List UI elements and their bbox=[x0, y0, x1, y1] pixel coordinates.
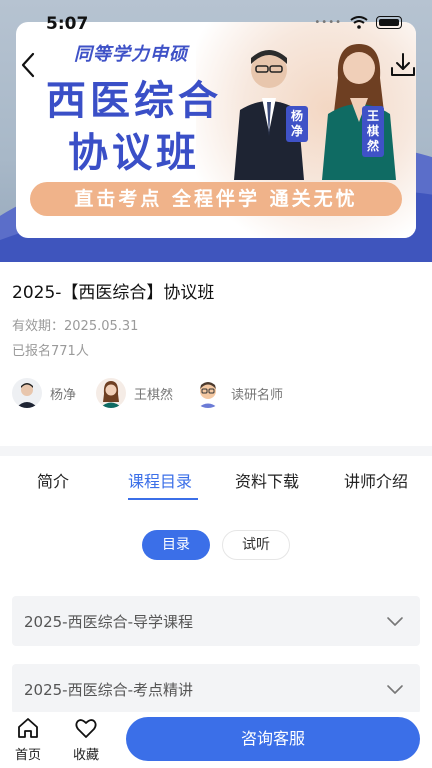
favorite-label: 收藏 bbox=[72, 748, 99, 763]
active-tab-indicator bbox=[128, 498, 198, 500]
chapter-row[interactable]: 2025-西医综合-考点精讲 bbox=[12, 664, 420, 714]
status-time: 5:07 bbox=[46, 14, 89, 34]
signal-icon: •••• bbox=[314, 17, 342, 28]
teacher-list: 杨净 王棋然 读研名师 bbox=[12, 378, 283, 408]
section-divider bbox=[0, 446, 432, 456]
home-button[interactable]: 首页 bbox=[6, 716, 50, 763]
teacher-tag-yang: 杨净 bbox=[286, 106, 308, 142]
chevron-down-icon bbox=[387, 685, 403, 694]
teacher-tag-wang: 王棋然 bbox=[362, 106, 384, 157]
course-validity: 有效期：2025.05.31 bbox=[12, 319, 139, 334]
teacher-item[interactable]: 杨净 bbox=[12, 378, 76, 408]
course-banner: 同等学力申硕 西医综合 协议班 杨净 王棋然 直击考点 全程伴学 通关无忧 5:… bbox=[0, 0, 432, 262]
teacher-item[interactable]: 王棋然 bbox=[96, 378, 173, 408]
banner-card: 同等学力申硕 西医综合 协议班 杨净 王棋然 直击考点 全程伴学 通关无忧 bbox=[16, 22, 416, 238]
banner-title-line1: 西医综合 bbox=[46, 78, 222, 124]
status-bar: 5:07 •••• bbox=[0, 0, 432, 48]
bottom-action-bar: 首页 收藏 咨询客服 bbox=[0, 712, 432, 768]
chapter-row[interactable]: 2025-西医综合-导学课程 bbox=[12, 596, 420, 646]
download-icon[interactable] bbox=[388, 50, 418, 80]
catalog-toggle-button[interactable]: 目录 bbox=[142, 530, 210, 560]
home-label: 首页 bbox=[14, 748, 41, 763]
tab-downloads[interactable]: 资料下载 bbox=[235, 468, 299, 492]
avatar bbox=[12, 378, 42, 408]
tab-intro[interactable]: 简介 bbox=[37, 468, 69, 492]
wifi-icon bbox=[350, 16, 368, 29]
trial-toggle-button[interactable]: 试听 bbox=[222, 530, 290, 560]
consult-service-button[interactable]: 咨询客服 bbox=[126, 717, 420, 761]
battery-icon bbox=[376, 16, 402, 29]
teacher-name: 王棋然 bbox=[134, 387, 174, 403]
avatar bbox=[193, 378, 224, 408]
banner-title-line2: 协议班 bbox=[68, 130, 200, 176]
teacher-name: 杨净 bbox=[50, 387, 77, 403]
heart-icon bbox=[75, 719, 97, 738]
favorite-button[interactable]: 收藏 bbox=[64, 716, 108, 763]
course-tabs: 简介 课程目录 资料下载 讲师介绍 bbox=[0, 468, 432, 504]
course-enrolled-count: 已报名771人 bbox=[12, 344, 89, 359]
chevron-down-icon bbox=[387, 617, 403, 626]
teacher-item[interactable]: 读研名师 bbox=[193, 378, 283, 408]
home-icon bbox=[18, 718, 38, 738]
back-arrow-icon[interactable] bbox=[14, 50, 44, 80]
banner-tagline: 直击考点 全程伴学 通关无忧 bbox=[30, 182, 402, 216]
tab-catalog[interactable]: 课程目录 bbox=[128, 468, 192, 492]
tab-lecturers[interactable]: 讲师介绍 bbox=[344, 468, 408, 492]
avatar bbox=[96, 378, 127, 408]
course-title: 2025-【西医综合】协议班 bbox=[12, 283, 215, 303]
status-icons: •••• bbox=[314, 16, 402, 29]
chapter-title: 2025-西医综合-导学课程 bbox=[24, 613, 193, 631]
teacher-name: 读研名师 bbox=[231, 387, 284, 403]
chapter-title: 2025-西医综合-考点精讲 bbox=[24, 681, 193, 699]
